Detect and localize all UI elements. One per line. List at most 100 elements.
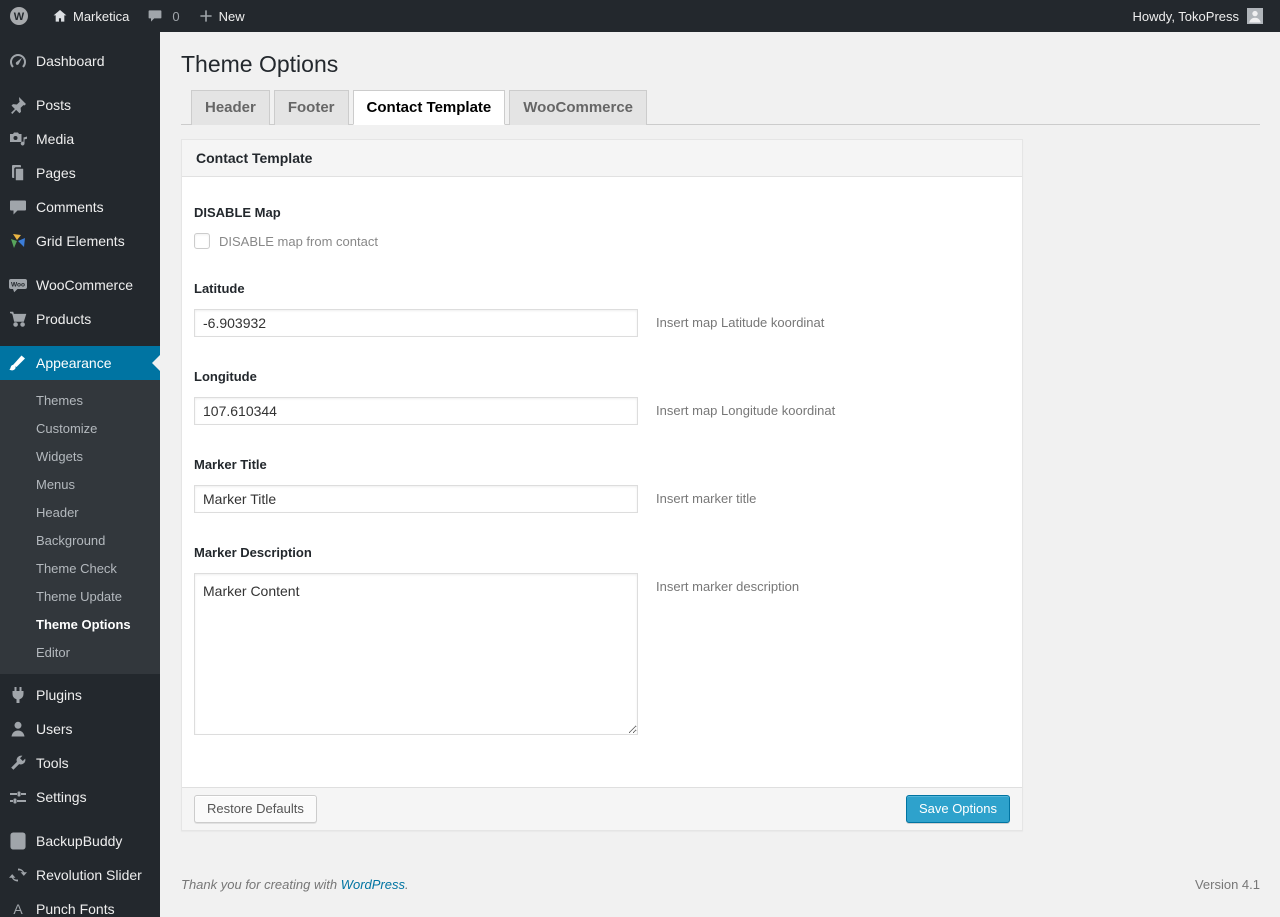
submenu-item-editor[interactable]: Editor — [0, 639, 160, 667]
marker-description-group: Marker Description Marker Content Insert… — [194, 545, 1010, 735]
site-name-link[interactable]: Marketica — [43, 0, 138, 32]
latitude-row: Insert map Latitude koordinat — [194, 309, 1010, 337]
wordpress-link[interactable]: WordPress — [341, 877, 405, 892]
svg-text:W: W — [14, 11, 25, 23]
sidebar-item-label: Tools — [36, 755, 69, 771]
sidebar-item-label: WooCommerce — [36, 277, 133, 293]
pushpin-icon — [8, 95, 28, 115]
submenu-item-themes[interactable]: Themes — [0, 387, 160, 415]
my-account-menu[interactable]: Howdy, TokoPress — [1124, 0, 1272, 32]
circular-arrows-icon — [8, 865, 28, 885]
plus-icon — [198, 8, 214, 24]
sidebar-item-woocommerce[interactable]: Woo WooCommerce — [0, 268, 160, 302]
page-footer: Thank you for creating with WordPress. V… — [160, 831, 1280, 908]
submenu-item-background[interactable]: Background — [0, 527, 160, 555]
submenu-item-header[interactable]: Header — [0, 499, 160, 527]
sidebar-item-label: Pages — [36, 165, 76, 181]
tab-woocommerce[interactable]: WooCommerce — [509, 90, 648, 125]
sidebar-item-backupbuddy[interactable]: BackupBuddy — [0, 824, 160, 858]
longitude-input[interactable] — [194, 397, 638, 425]
marker-description-hint: Insert marker description — [656, 579, 800, 594]
sidebar-item-plugins[interactable]: Plugins — [0, 678, 160, 712]
sidebar-item-label: Revolution Slider — [36, 867, 142, 883]
comments-shortcut[interactable]: 0 — [138, 0, 188, 32]
admin-bar: W Marketica 0 New Howdy, TokoPress — [0, 0, 1280, 32]
sidebar-item-pages[interactable]: Pages — [0, 156, 160, 190]
sidebar-item-appearance[interactable]: Appearance — [0, 346, 160, 380]
longitude-group: Longitude Insert map Longitude koordinat — [194, 369, 1010, 425]
sidebar-item-tools[interactable]: Tools — [0, 746, 160, 780]
appearance-submenu: Themes Customize Widgets Menus Header Ba… — [0, 380, 160, 674]
backup-drive-icon — [8, 831, 28, 851]
tab-header[interactable]: Header — [191, 90, 270, 125]
current-menu-arrow — [144, 355, 160, 371]
sidebar-item-punch-fonts[interactable]: A Punch Fonts — [0, 892, 160, 917]
sidebar-item-settings[interactable]: Settings — [0, 780, 160, 814]
home-icon — [52, 8, 68, 24]
sidebar-item-label: Dashboard — [36, 53, 105, 69]
sidebar-item-media[interactable]: Media — [0, 122, 160, 156]
page-title: Theme Options — [181, 51, 339, 77]
admin-menu: Dashboard Posts Media Pages Comments Gri… — [0, 32, 160, 917]
latitude-label: Latitude — [194, 281, 245, 296]
svg-text:A: A — [13, 901, 23, 917]
tab-contact-template[interactable]: Contact Template — [352, 90, 506, 125]
sidebar-item-users[interactable]: Users — [0, 712, 160, 746]
new-label: New — [218, 8, 245, 24]
submenu-item-theme-options[interactable]: Theme Options — [0, 611, 160, 639]
sidebar-item-label: Posts — [36, 97, 72, 113]
marker-title-input[interactable] — [194, 485, 638, 513]
user-avatar — [1247, 8, 1263, 24]
sidebar-item-label: Punch Fonts — [36, 901, 115, 917]
menu-separator — [0, 336, 160, 346]
comment-bubble-icon — [8, 197, 28, 217]
sidebar-item-label: Appearance — [36, 355, 112, 371]
sidebar-item-posts[interactable]: Posts — [0, 88, 160, 122]
sidebar-item-products[interactable]: Products — [0, 302, 160, 336]
wordpress-logo-menu[interactable]: W — [0, 0, 43, 32]
sidebar-item-dashboard[interactable]: Dashboard — [0, 44, 160, 78]
disable-map-row: DISABLE map from contact — [194, 233, 1010, 249]
footer-thanks: Thank you for creating with WordPress. — [181, 877, 409, 892]
admin-bar-right: Howdy, TokoPress — [1124, 0, 1280, 32]
new-content-menu[interactable]: New — [189, 0, 254, 32]
marker-description-textarea[interactable]: Marker Content — [194, 573, 638, 735]
save-options-button[interactable]: Save Options — [905, 795, 1010, 823]
woocommerce-badge-icon: Woo — [8, 275, 28, 295]
marker-title-label: Marker Title — [194, 457, 267, 472]
restore-defaults-button[interactable]: Restore Defaults — [194, 795, 317, 823]
disable-map-group: DISABLE Map DISABLE map from contact — [194, 205, 1010, 249]
longitude-hint: Insert map Longitude koordinat — [656, 403, 836, 418]
disable-map-checkbox[interactable] — [194, 233, 210, 249]
comment-count: 0 — [172, 8, 180, 24]
submenu-item-widgets[interactable]: Widgets — [0, 443, 160, 471]
dashboard-gauge-icon — [8, 51, 28, 71]
menu-separator — [0, 814, 160, 824]
submenu-item-menus[interactable]: Menus — [0, 471, 160, 499]
disable-map-label: DISABLE Map — [194, 205, 281, 220]
latitude-input[interactable] — [194, 309, 638, 337]
site-name: Marketica — [73, 8, 130, 24]
submenu-item-theme-update[interactable]: Theme Update — [0, 583, 160, 611]
submenu-item-theme-check[interactable]: Theme Check — [0, 555, 160, 583]
sidebar-item-label: Users — [36, 721, 73, 737]
longitude-label: Longitude — [194, 369, 257, 384]
sidebar-item-label: Grid Elements — [36, 233, 125, 249]
sidebar-item-grid-elements[interactable]: Grid Elements — [0, 224, 160, 258]
longitude-row: Insert map Longitude koordinat — [194, 397, 1010, 425]
disable-map-checkbox-label: DISABLE map from contact — [219, 233, 378, 249]
latitude-group: Latitude Insert map Latitude koordinat — [194, 281, 1010, 337]
sliders-icon — [8, 787, 28, 807]
footer-version: Version 4.1 — [1194, 877, 1260, 892]
sidebar-item-revolution-slider[interactable]: Revolution Slider — [0, 858, 160, 892]
contact-template-panel: Contact Template DISABLE Map DISABLE map… — [181, 139, 1023, 831]
plug-icon — [8, 685, 28, 705]
grid-elements-color-icon — [8, 231, 28, 251]
panel-footer: Restore Defaults Save Options — [182, 787, 1022, 830]
submenu-item-customize[interactable]: Customize — [0, 415, 160, 443]
tab-footer[interactable]: Footer — [273, 90, 349, 125]
thanks-suffix: . — [405, 877, 409, 892]
sidebar-item-comments[interactable]: Comments — [0, 190, 160, 224]
sidebar-item-label: Settings — [36, 789, 87, 805]
media-camera-icon — [8, 129, 28, 149]
